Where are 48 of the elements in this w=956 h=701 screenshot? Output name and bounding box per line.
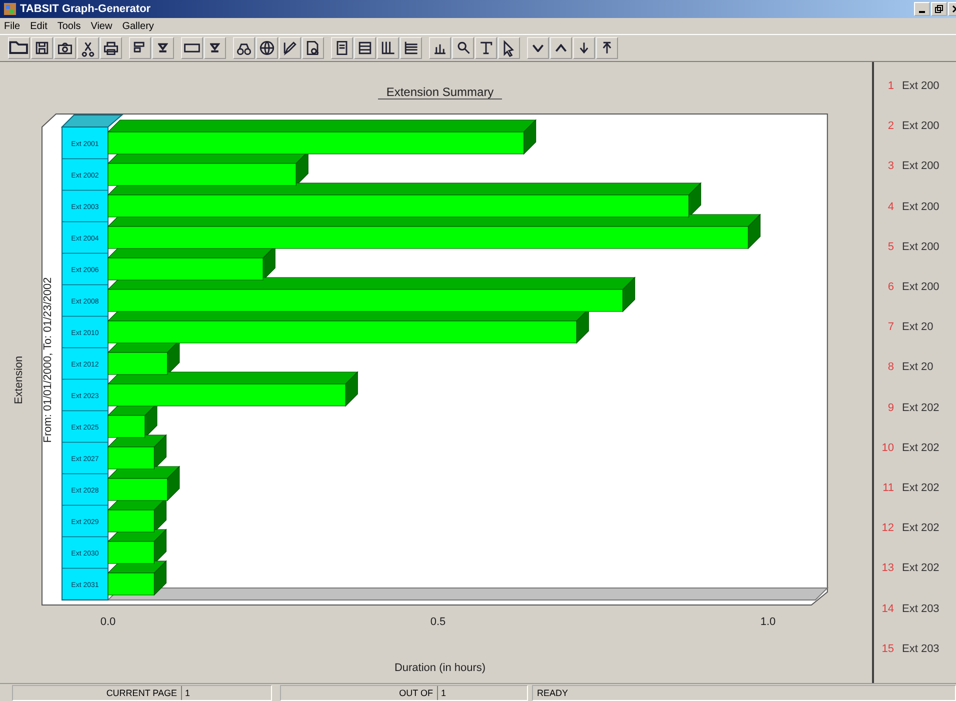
legend-number: 13	[880, 562, 894, 576]
menu-item[interactable]: File	[4, 20, 20, 32]
chart-subtitle: From: 01/01/2000, To: 01/23/2002	[42, 277, 54, 443]
legend-label: Ext 202	[902, 562, 940, 576]
chart-title: Extension Summary	[386, 85, 494, 99]
tick-label: 0.5	[430, 616, 446, 628]
legend-number: 1	[886, 80, 894, 94]
tick-label: 0.0	[100, 616, 116, 628]
status-message: READY	[532, 685, 956, 701]
menu-item[interactable]: Tools	[57, 20, 81, 32]
legend-label: Ext 200	[902, 200, 940, 215]
legend-number: 15	[880, 642, 894, 657]
legend-number: 9	[886, 402, 894, 416]
menu-item[interactable]: Gallery	[122, 20, 154, 32]
menu-item[interactable]: Edit	[30, 20, 48, 32]
total-pages-field: 1	[437, 686, 527, 700]
legend-number: 11	[882, 482, 894, 496]
tick-label: 1.0	[760, 616, 776, 628]
legend-label: Ext 203	[902, 602, 940, 617]
legend-number: 14	[880, 602, 894, 617]
legend-number: 4	[886, 200, 894, 215]
legend-label: Ext 200	[902, 80, 940, 94]
legend-number: 3	[886, 160, 894, 174]
window-title: TABSIT Graph-Generator	[20, 3, 151, 15]
current-page-field: 1	[181, 686, 271, 700]
legend-label: Ext 202	[902, 442, 940, 456]
legend-label: Ext 200	[902, 240, 940, 255]
legend-label: Ext 200	[902, 160, 940, 174]
legend-label: Ext 200	[902, 120, 940, 134]
legend-label: Ext 202	[902, 522, 940, 536]
x-axis-label: Duration (in hours)	[394, 662, 486, 674]
legend-number: 7	[886, 321, 894, 336]
y-axis-label: Extension	[13, 356, 25, 404]
legend-number: 10	[880, 442, 894, 456]
menu-item[interactable]: View	[90, 20, 112, 32]
legend-number: 8	[886, 361, 894, 376]
legend-label: Ext 200	[902, 281, 940, 296]
legend-number: 6	[886, 281, 894, 296]
current-page-label: CURRENT PAGE	[106, 688, 178, 698]
legend-number: 2	[886, 120, 894, 134]
legend-label: Ext 20	[902, 321, 934, 336]
legend-label: Ext 203	[902, 642, 940, 657]
legend-label: Ext 202	[902, 402, 940, 416]
legend-number: 12	[880, 522, 894, 536]
out-of-label: OUT OF	[399, 688, 434, 698]
legend-label: Ext 202	[902, 482, 940, 496]
legend-number: 5	[886, 240, 894, 255]
legend-label: Ext 20	[902, 361, 934, 376]
